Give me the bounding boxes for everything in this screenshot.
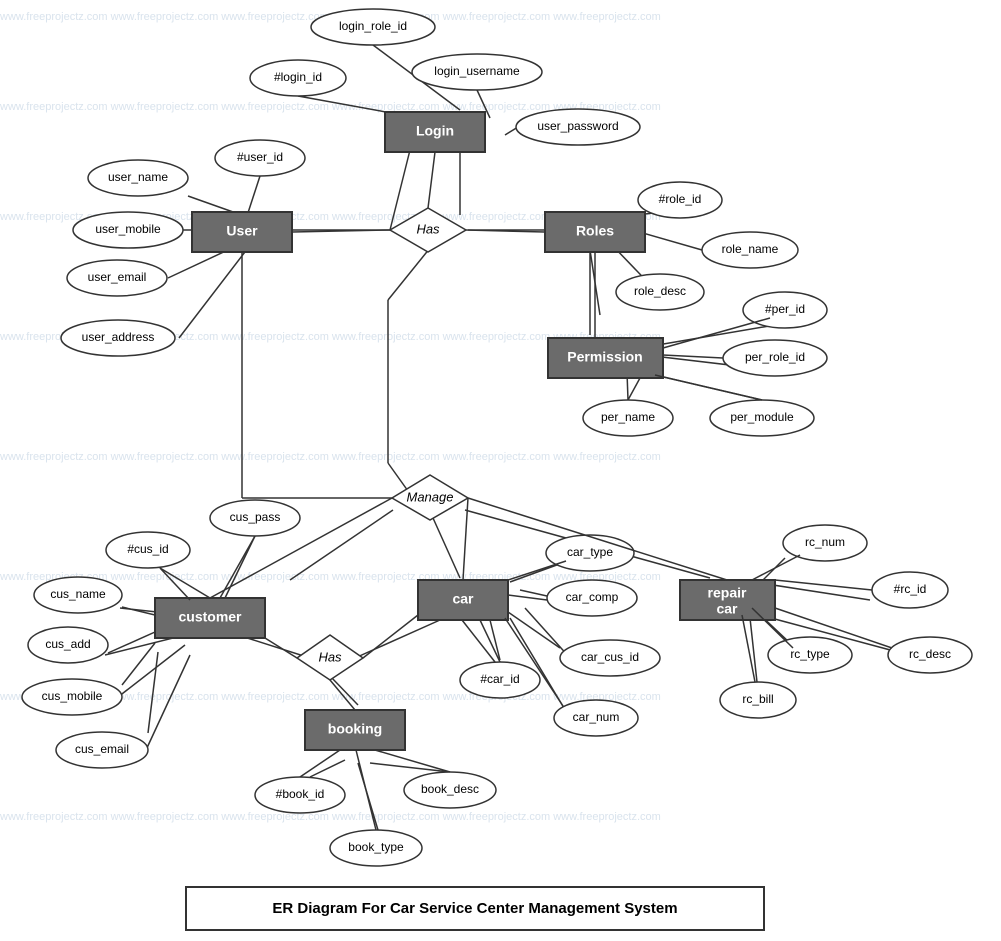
- svg-text:www.freeprojectz.com w: www.freeprojectz.com www.freeprojectz.co…: [0, 451, 661, 463]
- attr-cus-id: #cus_id: [106, 532, 190, 568]
- attr-per-module: per_module: [710, 400, 814, 436]
- entity-repair-car: repair car: [680, 580, 775, 620]
- svg-text:#role_id: #role_id: [659, 192, 702, 206]
- svg-text:user_address: user_address: [82, 330, 155, 344]
- svg-text:#login_id: #login_id: [274, 70, 322, 84]
- svg-text:Has: Has: [318, 649, 342, 664]
- attr-cus-add: cus_add: [28, 627, 108, 663]
- attr-car-comp: car_comp: [547, 580, 637, 616]
- svg-text:user_password: user_password: [537, 119, 618, 133]
- attr-per-name: per_name: [583, 400, 673, 436]
- svg-text:cus_email: cus_email: [75, 742, 129, 756]
- entity-login: Login: [385, 112, 485, 152]
- attr-cus-mobile: cus_mobile: [22, 679, 122, 715]
- svg-text:#rc_id: #rc_id: [894, 582, 927, 596]
- caption-text: ER Diagram For Car Service Center Manage…: [272, 900, 677, 917]
- attr-cus-name: cus_name: [34, 577, 122, 613]
- svg-text:cus_pass: cus_pass: [230, 510, 281, 524]
- attr-per-role-id: per_role_id: [723, 340, 827, 376]
- attr-car-type: car_type: [546, 535, 634, 571]
- entity-car: car: [418, 580, 508, 620]
- attr-user-id: #user_id: [215, 140, 305, 176]
- svg-text:book_desc: book_desc: [421, 782, 479, 796]
- svg-text:cus_add: cus_add: [45, 637, 90, 651]
- svg-text:user_email: user_email: [88, 270, 147, 284]
- attr-role-desc: role_desc: [616, 274, 704, 310]
- svg-text:per_role_id: per_role_id: [745, 350, 805, 364]
- svg-text:car_cus_id: car_cus_id: [581, 650, 639, 664]
- svg-text:login_role_id: login_role_id: [339, 19, 407, 33]
- attr-login-id: #login_id: [250, 60, 346, 96]
- attr-book-id: #book_id: [255, 777, 345, 813]
- caption-box: ER Diagram For Car Service Center Manage…: [185, 886, 765, 931]
- svg-text:Login: Login: [416, 123, 454, 139]
- entity-customer: customer: [155, 598, 265, 638]
- attr-user-email: user_email: [67, 260, 167, 296]
- svg-text:#book_id: #book_id: [276, 787, 325, 801]
- svg-text:#per_id: #per_id: [765, 302, 805, 316]
- svg-text:user_name: user_name: [108, 170, 168, 184]
- svg-text:rc_type: rc_type: [790, 647, 830, 661]
- svg-text:user_mobile: user_mobile: [95, 222, 161, 236]
- svg-text:car: car: [452, 591, 474, 607]
- attr-rc-bill: rc_bill: [720, 682, 796, 718]
- svg-text:car_comp: car_comp: [566, 590, 619, 604]
- entity-permission: Permission: [548, 338, 663, 378]
- svg-text:role_desc: role_desc: [634, 284, 686, 298]
- svg-text:#user_id: #user_id: [237, 150, 283, 164]
- svg-text:Permission: Permission: [567, 349, 642, 365]
- attr-user-name: user_name: [88, 160, 188, 196]
- svg-text:User: User: [226, 223, 258, 239]
- attr-rc-num: rc_num: [783, 525, 867, 561]
- svg-text:cus_name: cus_name: [50, 587, 106, 601]
- entity-booking: booking: [305, 710, 405, 750]
- svg-text:booking: booking: [328, 721, 382, 737]
- svg-text:#car_id: #car_id: [480, 672, 519, 686]
- rel-has-car: Has: [297, 635, 363, 680]
- svg-text:role_name: role_name: [722, 242, 779, 256]
- attr-user-password: user_password: [516, 109, 640, 145]
- attr-car-num: car_num: [554, 700, 638, 736]
- rel-manage: Manage: [392, 475, 468, 520]
- svg-text:rc_num: rc_num: [805, 535, 845, 549]
- er-diagram: www.freeprojectz.com www.freeprojectz.co…: [0, 0, 1001, 941]
- svg-text:car: car: [716, 601, 738, 617]
- attr-rc-type: rc_type: [768, 637, 852, 673]
- attr-login-username: login_username: [412, 54, 542, 90]
- attr-role-name: role_name: [702, 232, 798, 268]
- svg-text:rc_desc: rc_desc: [909, 647, 951, 661]
- attr-car-cus-id: car_cus_id: [560, 640, 660, 676]
- svg-text:customer: customer: [178, 609, 242, 625]
- svg-text:car_num: car_num: [573, 710, 620, 724]
- svg-text:www.freeprojectz.com w: www.freeprojectz.com www.freeprojectz.co…: [0, 811, 661, 823]
- svg-text:repair: repair: [708, 585, 747, 601]
- svg-text:book_type: book_type: [348, 840, 404, 854]
- entity-user: User: [192, 212, 292, 252]
- svg-text:Has: Has: [416, 221, 440, 236]
- attr-role-id: #role_id: [638, 182, 722, 218]
- svg-text:rc_bill: rc_bill: [742, 692, 773, 706]
- svg-text:cus_mobile: cus_mobile: [42, 689, 103, 703]
- attr-cus-email: cus_email: [56, 732, 148, 768]
- attr-book-desc: book_desc: [404, 772, 496, 808]
- attr-login-role-id: login_role_id: [311, 9, 435, 45]
- svg-text:Manage: Manage: [407, 489, 454, 504]
- svg-text:car_type: car_type: [567, 545, 613, 559]
- svg-text:Roles: Roles: [576, 223, 614, 239]
- entity-roles: Roles: [545, 212, 645, 252]
- svg-text:#cus_id: #cus_id: [127, 542, 168, 556]
- attr-rc-desc: rc_desc: [888, 637, 972, 673]
- attr-rc-id: #rc_id: [872, 572, 948, 608]
- svg-text:login_username: login_username: [434, 64, 520, 78]
- svg-text:per_name: per_name: [601, 410, 655, 424]
- attr-user-address: user_address: [61, 320, 175, 356]
- attr-cus-pass: cus_pass: [210, 500, 300, 536]
- attr-book-type: book_type: [330, 830, 422, 866]
- attr-car-id: #car_id: [460, 662, 540, 698]
- svg-text:per_module: per_module: [730, 410, 794, 424]
- attr-user-mobile: user_mobile: [73, 212, 183, 248]
